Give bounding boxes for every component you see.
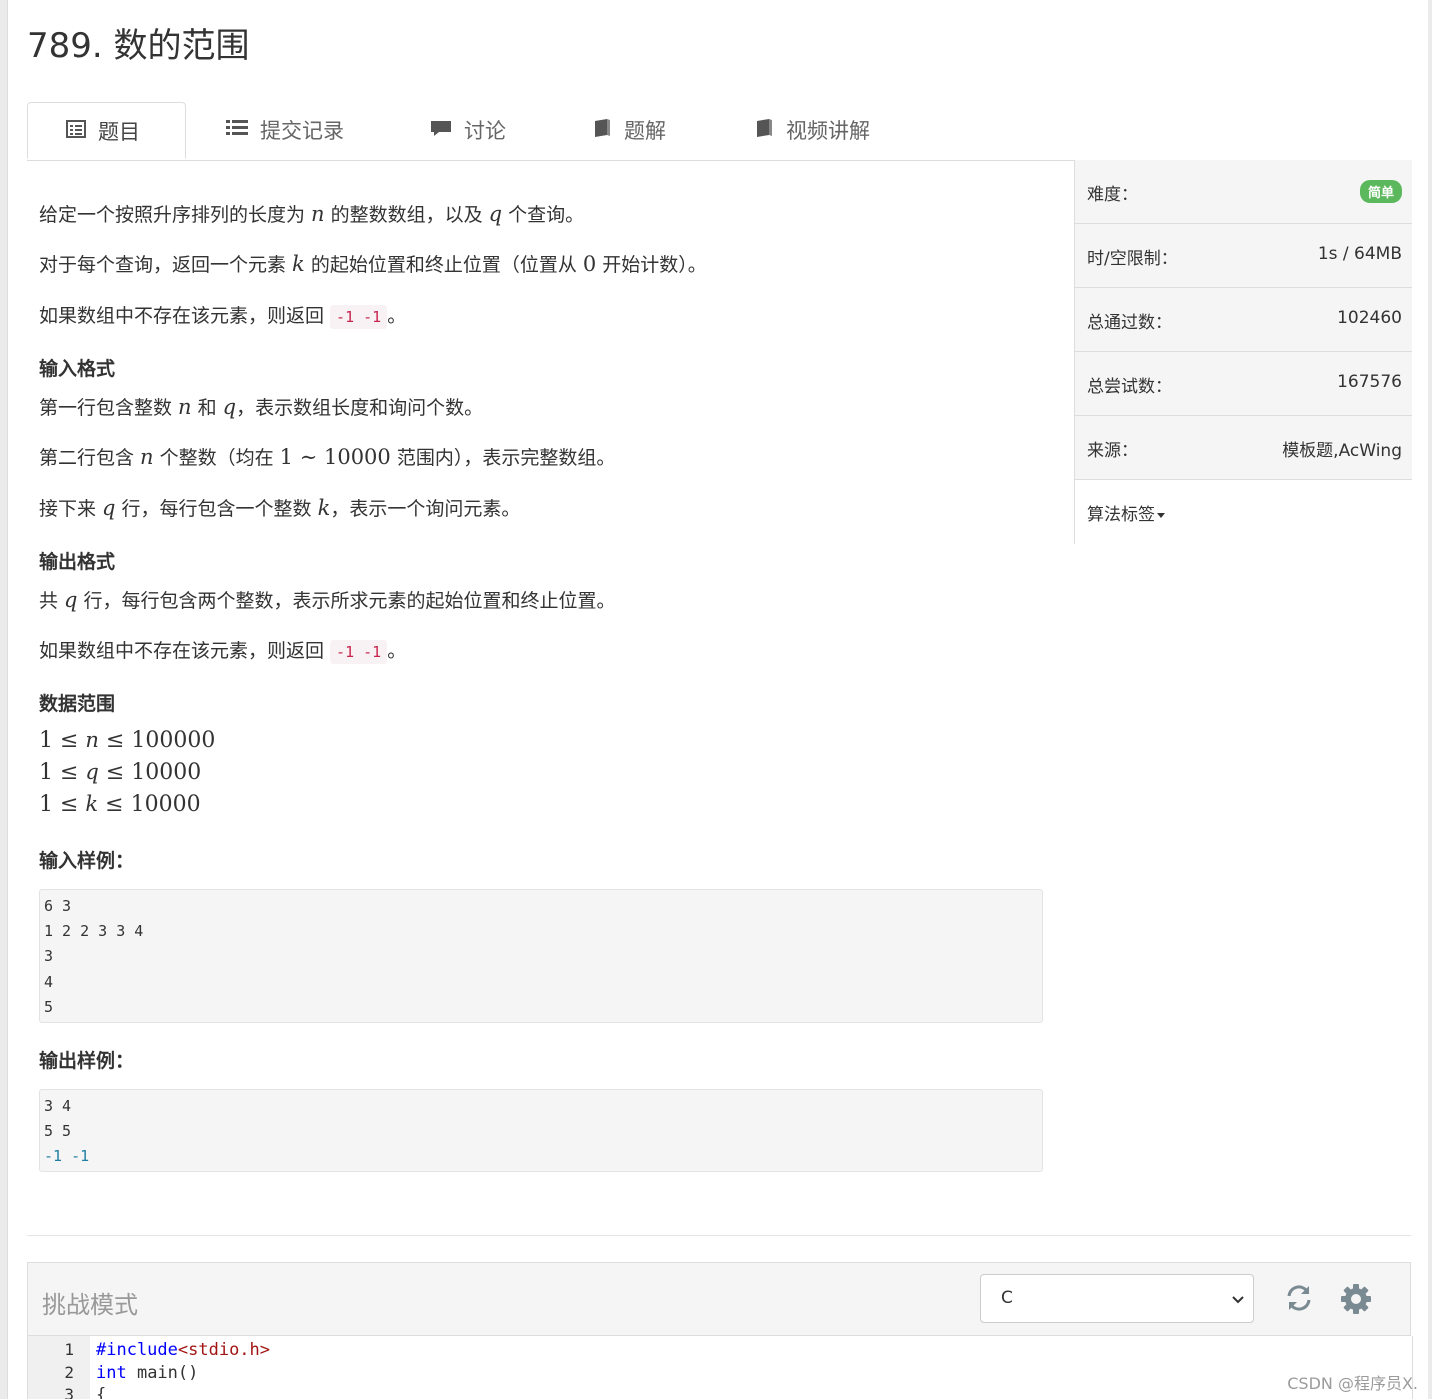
book-icon (754, 102, 774, 160)
tab-label: 提交记录 (260, 119, 344, 143)
tab-label: 视频讲解 (786, 119, 870, 143)
sample-input-line: 1 2 2 3 3 4 (44, 922, 144, 941)
line-number: 2 (64, 1363, 74, 1382)
statement-paragraph: 共 q 行，每行包含两个整数，表示所求元素的起始位置和终止位置。 (39, 588, 616, 612)
comment-icon (430, 102, 452, 160)
problem-info-panel: 难度： 简单 时/空限制： 1s / 64MB 总通过数： 102460 总尝试… (1074, 160, 1412, 544)
accepted-row: 总通过数： 102460 (1075, 288, 1412, 352)
tab-bar: 题目 提交记录 讨论 题解 视频讲解 (27, 102, 1411, 161)
page-title: 789. 数的范围 (27, 26, 250, 66)
sample-output-block: 3 4 5 5 -1 -1 (39, 1089, 1043, 1172)
sample-output-line: -1 -1 (44, 1147, 90, 1166)
attempts-row: 总尝试数： 167576 (1075, 352, 1412, 416)
code-line: { (96, 1385, 107, 1399)
sample-output-heading: 输出样例： (39, 1050, 135, 1072)
sample-input-line: 3 (44, 947, 54, 966)
sample-input-line: 6 3 (44, 897, 72, 915)
data-range-heading: 数据范围 (39, 693, 116, 715)
sample-input-line: 5 (44, 997, 54, 1016)
gear-icon (1341, 1284, 1371, 1314)
statement-paragraph: 如果数组中不存在该元素，则返回 -1 -1。 (39, 305, 407, 329)
tab-video[interactable]: 视频讲解 (754, 102, 870, 160)
source-row: 来源： 模板题,AcWing (1075, 416, 1412, 480)
challenge-mode-label: 挑战模式 (42, 1291, 138, 1319)
list-icon (226, 102, 248, 160)
refresh-icon (1287, 1285, 1311, 1311)
input-format-heading: 输入格式 (39, 358, 116, 380)
tags-row[interactable]: 算法标签 (1075, 480, 1412, 544)
range-line: 1 ≤ k ≤ 10000 (39, 792, 201, 817)
tab-discussion[interactable]: 讨论 (430, 102, 506, 160)
sample-input-block: 6 3 1 2 2 3 3 4 3 4 5 (39, 889, 1043, 1023)
caret-down-icon (1157, 512, 1165, 518)
chevron-down-icon (1231, 1289, 1245, 1314)
sample-input-heading: 输入样例： (39, 850, 135, 872)
statement-paragraph: 如果数组中不存在该元素，则返回 -1 -1。 (39, 640, 407, 664)
tab-solutions[interactable]: 题解 (592, 102, 666, 160)
statement-paragraph: 接下来 q 行，每行包含一个整数 k，表示一个询问元素。 (39, 496, 521, 520)
editor-toolbar: 挑战模式 C (27, 1262, 1411, 1336)
line-number: 3 (64, 1385, 74, 1399)
tab-label: 题解 (624, 119, 666, 143)
statement-paragraph: 对于每个查询，返回一个元素 k 的起始位置和终止位置（位置从 0 开始计数）。 (39, 252, 707, 276)
line-number: 1 (64, 1340, 74, 1359)
line-gutter: 1 2 3 (28, 1336, 90, 1399)
divider (27, 1235, 1411, 1236)
sample-output-line: 5 5 (44, 1122, 72, 1141)
tab-submissions[interactable]: 提交记录 (226, 102, 344, 160)
list-alt-icon (66, 103, 86, 161)
statement-paragraph: 第一行包含整数 n 和 q，表示数组长度和询问个数。 (39, 395, 484, 419)
tab-label: 题目 (98, 120, 140, 144)
tab-label: 讨论 (464, 119, 506, 143)
code-line: int main() (96, 1363, 199, 1383)
code-editor[interactable]: 1 2 3 #include<stdio.h> int main() { (27, 1336, 1413, 1399)
difficulty-row: 难度： 简单 (1075, 160, 1412, 224)
range-line: 1 ≤ q ≤ 10000 (39, 760, 202, 785)
statement-paragraph: 第二行包含 n 个整数（均在 1 ∼ 10000 范围内），表示完整数组。 (39, 445, 616, 469)
editor-settings-button[interactable] (1340, 1283, 1372, 1319)
limit-row: 时/空限制： 1s / 64MB (1075, 224, 1412, 288)
inline-code: -1 -1 (330, 305, 388, 329)
output-format-heading: 输出格式 (39, 551, 116, 573)
statement-paragraph: 给定一个按照升序排列的长度为 n 的整数数组，以及 q 个查询。 (39, 202, 585, 226)
sample-output-line: 3 4 (44, 1097, 72, 1115)
book-icon (592, 102, 612, 160)
problem-page: 789. 数的范围 题目 提交记录 讨论 题解 视频讲解 给定一个按照升序排列的… (7, 0, 1428, 1399)
tags-toggle[interactable]: 算法标签 (1087, 505, 1155, 525)
range-line: 1 ≤ n ≤ 100000 (39, 728, 216, 753)
reset-code-button[interactable] (1284, 1283, 1314, 1317)
code-line: #include<stdio.h> (96, 1340, 271, 1360)
tab-problem[interactable]: 题目 (27, 102, 186, 159)
difficulty-badge: 简单 (1359, 180, 1402, 203)
watermark: CSDN @程序员X. (1287, 1374, 1418, 1393)
language-select[interactable]: C (980, 1274, 1254, 1323)
inline-code: -1 -1 (330, 640, 388, 664)
sample-input-line: 4 (44, 972, 54, 991)
